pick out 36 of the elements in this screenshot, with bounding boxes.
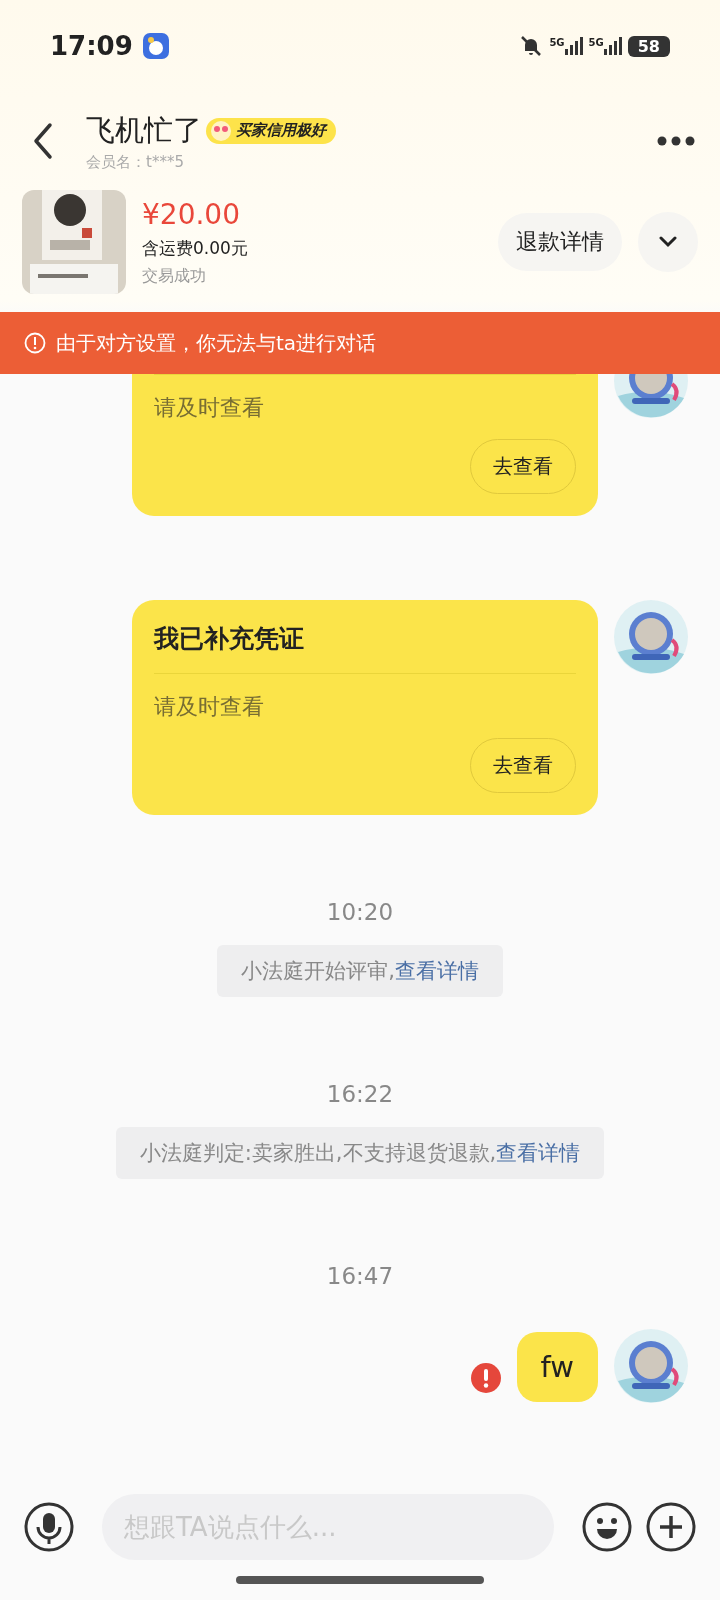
timestamp: 10:20 — [326, 899, 394, 925]
card-text: 请及时查看 — [154, 394, 265, 422]
status-time: 17:09 — [50, 31, 133, 61]
system-notice: 小法庭判定:卖家胜出,不支持退货退款,查看详情 — [115, 1127, 605, 1179]
timestamp: 16:22 — [326, 1081, 394, 1107]
details-link[interactable]: 查看详情 — [394, 959, 479, 983]
battery-level: 58 — [627, 35, 670, 57]
emoji-icon — [210, 119, 232, 142]
network-label: 5G — [549, 37, 565, 48]
more-icon[interactable] — [656, 135, 696, 147]
view-button[interactable]: 去查看 — [470, 439, 576, 494]
order-price: ¥20.00 — [142, 197, 241, 231]
member-name: 会员名：t***5 — [86, 152, 185, 172]
refund-details-button[interactable]: 退款详情 — [498, 213, 622, 271]
timestamp: 16:47 — [326, 1263, 394, 1289]
signal-icon — [564, 37, 583, 55]
credit-badge: 买家信用极好 — [206, 117, 336, 144]
microphone-icon[interactable] — [24, 1502, 74, 1552]
plus-icon[interactable] — [646, 1502, 696, 1552]
details-link[interactable]: 查看详情 — [496, 1141, 581, 1165]
order-status: 交易成功 — [142, 265, 207, 287]
shipping-fee: 含运费0.00元 — [142, 236, 248, 260]
card-text: 请及时查看 — [154, 693, 265, 721]
signal-icon — [603, 37, 622, 55]
app-icon — [142, 33, 169, 59]
network-label: 5G — [588, 37, 604, 48]
system-notice: 小法庭开始评审,查看详情 — [217, 945, 503, 997]
emoji-icon[interactable] — [582, 1502, 632, 1552]
chat-title: 飞机忙了 — [86, 111, 202, 149]
card-title: 我已补充凭证 — [154, 600, 576, 674]
warning-text: 由于对方设置，你无法与ta进行对话 — [56, 329, 377, 357]
message-bubble: fw — [516, 1332, 598, 1402]
error-icon[interactable] — [470, 1363, 501, 1393]
view-button[interactable]: 去查看 — [470, 738, 576, 793]
chevron-down-icon — [658, 236, 678, 248]
warning-icon — [24, 332, 46, 354]
